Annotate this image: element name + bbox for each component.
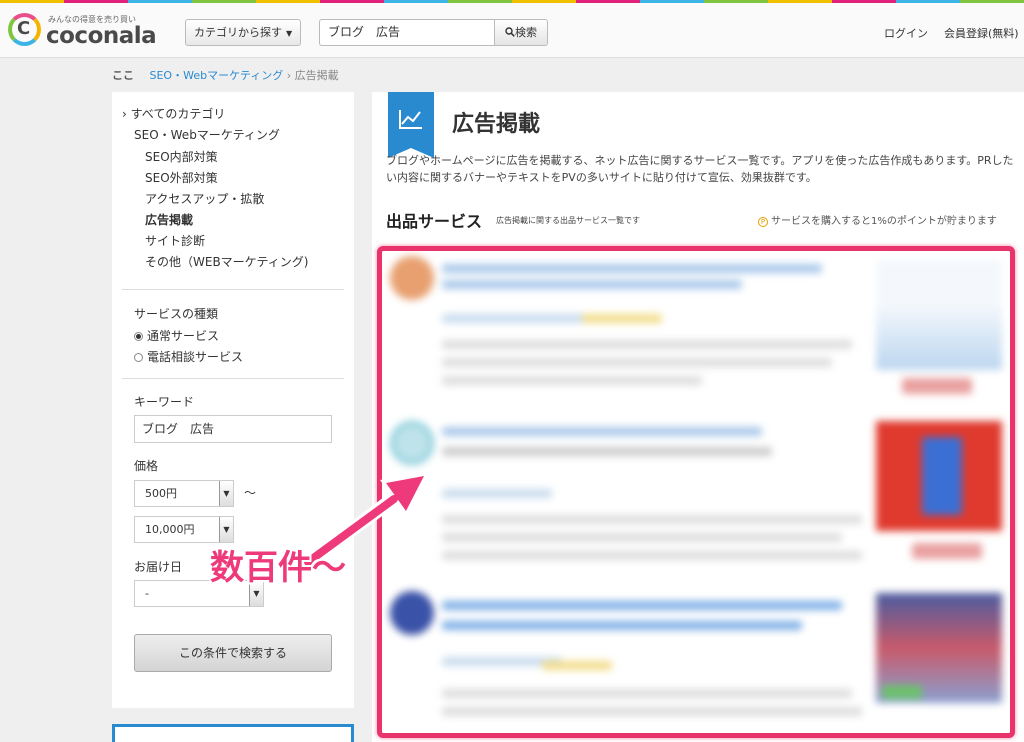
price-min-select[interactable]: 500円 ▼ [134,480,234,507]
points-note: P サービスを購入すると1%のポイントが貯まります [758,212,997,227]
breadcrumb-current: 広告掲載 [294,69,339,82]
breadcrumb: ここ SEO・Webマーケティング › 広告掲載 [112,67,339,83]
line-chart-icon [399,110,422,129]
category-item[interactable]: SEO外部対策 [134,168,308,189]
divider [122,378,344,379]
category-item[interactable]: アクセスアップ・拡散 [134,189,308,210]
price-min-value: 500円 [145,487,177,500]
search-button[interactable]: 検索 [494,19,548,46]
price-label: 価格 [134,459,159,473]
chevron-right-icon: › [122,107,127,121]
register-link[interactable]: 会員登録(無料) [944,25,1019,41]
category-parent-link[interactable]: SEO・Webマーケティング [134,126,308,147]
all-categories-link[interactable]: › すべてのカテゴリ [122,105,225,122]
service-type-normal-radio[interactable]: 通常サービス [134,327,219,344]
point-coin-icon: P [758,217,768,227]
page-title: 広告掲載 [452,112,541,137]
keyword-input[interactable]: ブログ 広告 [134,415,332,443]
price-max-value: 10,000円 [145,523,195,536]
search-input[interactable]: ブログ 広告 [319,19,495,46]
site-header: C みんなの得意を売り買い coconala カテゴリから探す ▼ ブログ 広告 … [0,3,1024,58]
points-note-text: サービスを購入すると1%のポイントが貯まります [771,216,997,227]
services-heading: 出品サービス [386,212,483,231]
service-type-label: サービスの種類 [134,307,219,321]
breadcrumb-home-link[interactable]: ここ [112,69,134,82]
category-list: SEO・Webマーケティング SEO内部対策 SEO外部対策 アクセスアップ・拡… [134,126,308,273]
caret-down-icon: ▼ [219,481,233,506]
category-description: ブログやホームページに広告を掲載する、ネット広告に関するサービス一覧です。アプリ… [386,154,1014,184]
keyword-label: キーワード [134,395,195,409]
delivery-label: お届け日 [134,560,183,574]
coconala-logo[interactable]: C みんなの得意を売り買い coconala [8,11,168,51]
price-range-separator: 〜 [244,486,257,500]
category-browse-label: カテゴリから探す [194,26,282,39]
category-item[interactable]: サイト診断 [134,231,308,252]
all-categories-label: すべてのカテゴリ [130,107,226,121]
radio-checked-icon [134,332,143,341]
highlight-frame [377,246,1015,738]
category-item[interactable]: その他（WEBマーケティング) [134,252,308,273]
service-type-phone-radio[interactable]: 電話相談サービス [134,348,243,365]
filter-sidebar: › すべてのカテゴリ SEO・Webマーケティング SEO内部対策 SEO外部対… [112,92,354,708]
radio-label: 通常サービス [147,329,220,343]
count-annotation: 数百件〜 [210,548,346,588]
caret-down-icon: ▼ [286,29,293,38]
sidebar-banner[interactable] [112,724,354,742]
logo-wordmark: coconala [46,23,157,49]
caret-down-icon: ▼ [219,517,233,542]
filter-search-button[interactable]: この条件で検索する [134,634,332,672]
divider [122,289,344,290]
radio-label: 電話相談サービス [147,350,244,364]
radio-unchecked-icon [134,353,143,362]
search-icon [505,27,515,37]
category-ribbon [388,92,434,158]
breadcrumb-separator: › [286,69,292,82]
logo-mark-icon: C [8,13,41,46]
breadcrumb-parent-link[interactable]: SEO・Webマーケティング [150,69,284,82]
category-item[interactable]: SEO内部対策 [134,147,308,168]
category-item-active[interactable]: 広告掲載 [134,210,308,231]
price-max-select[interactable]: 10,000円 ▼ [134,516,234,543]
category-browse-button[interactable]: カテゴリから探す ▼ [185,19,302,46]
search-button-label: 検索 [515,26,537,39]
services-subheading: 広告掲載に関する出品サービス一覧です [496,216,640,225]
login-link[interactable]: ログイン [884,25,928,41]
delivery-value: - [145,587,149,600]
